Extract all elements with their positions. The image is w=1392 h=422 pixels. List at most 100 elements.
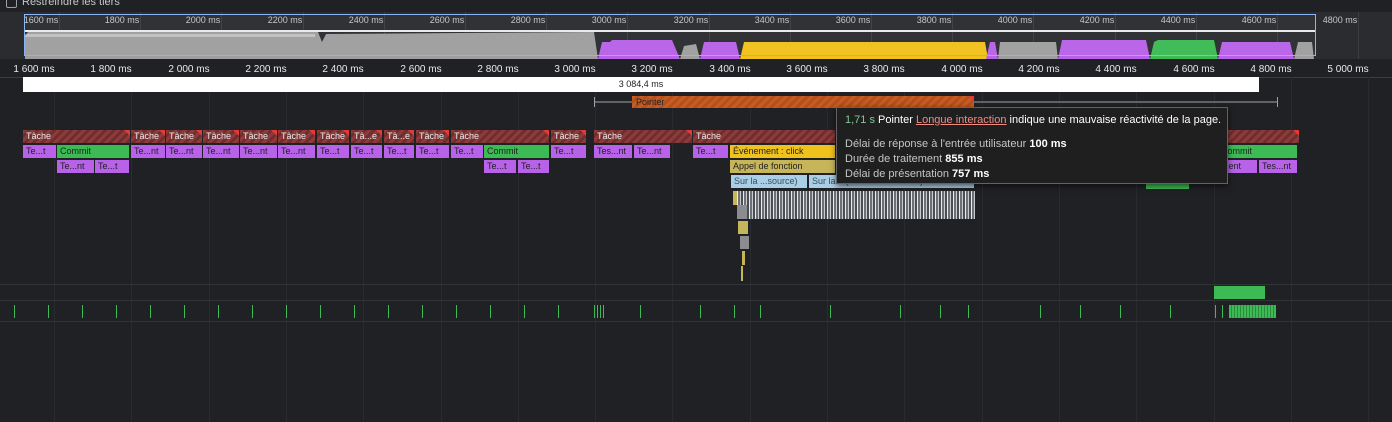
frame-tick <box>734 305 735 318</box>
frame-tick <box>940 305 941 318</box>
task-block[interactable]: Tâche <box>693 130 836 143</box>
script-block[interactable]: Tes...nt <box>594 145 633 158</box>
timeline-gridline <box>54 77 55 422</box>
ruler-tick-label: 4 400 ms <box>1095 64 1137 75</box>
overview-tick-label: 2400 ms <box>348 15 384 25</box>
input-delay-value: 100 ms <box>1029 138 1067 150</box>
long-task-marker <box>376 130 382 136</box>
long-task-marker <box>408 130 414 136</box>
frame-tick <box>900 305 901 318</box>
whisker-start-cap <box>594 97 595 107</box>
call-frame[interactable] <box>733 191 737 205</box>
time-ruler: 1 600 ms 1 800 ms 2 000 ms 2 200 ms 2 400 ms… <box>0 59 1392 78</box>
dense-call-stack[interactable] <box>737 191 975 219</box>
third-party-checkbox[interactable] <box>6 0 17 8</box>
overview-tick-label: 3200 ms <box>673 15 709 25</box>
script-block[interactable]: Te...t <box>351 145 383 158</box>
frame-tick <box>1080 305 1081 318</box>
script-block[interactable]: Te...t <box>518 160 550 173</box>
frame-tick <box>1170 305 1171 318</box>
timeline-overview[interactable]: 1600 ms 1800 ms 2000 ms 2200 ms 2400 ms 2600 … <box>0 12 1392 59</box>
call-frame[interactable] <box>742 251 745 265</box>
call-frame[interactable] <box>740 236 749 249</box>
script-block[interactable]: Te...nt <box>166 145 203 158</box>
timeline-gridline <box>131 77 132 422</box>
task-block[interactable]: Tâche <box>451 130 550 143</box>
task-label: Tâche <box>419 131 445 141</box>
commit-block[interactable]: Commit <box>57 145 130 158</box>
timeline-gridline <box>1291 77 1292 422</box>
source-block[interactable]: Sur la ...source) <box>731 175 808 188</box>
frame-tick <box>286 305 287 318</box>
task-block[interactable]: Tâche <box>23 130 131 143</box>
tooltip-type: Pointer <box>878 114 913 126</box>
task-block[interactable]: Tâche <box>551 130 587 143</box>
frame-tick <box>218 305 219 318</box>
frame-block[interactable] <box>1229 305 1276 318</box>
long-task-marker <box>124 130 130 136</box>
script-block[interactable]: Te...t <box>416 145 450 158</box>
task-block[interactable]: Tâche <box>278 130 316 143</box>
call-frame[interactable] <box>741 266 743 281</box>
task-block[interactable]: Tâche <box>166 130 203 143</box>
long-interaction-link[interactable]: Longue interaction <box>916 114 1007 126</box>
script-block[interactable]: Te...t <box>451 145 484 158</box>
script-block[interactable]: Te...nt <box>131 145 166 158</box>
task-block[interactable]: Tâ...e <box>384 130 415 143</box>
interaction-tooltip: 1,71 s Pointer Longue interaction indiqu… <box>836 107 1228 184</box>
frame-tick <box>760 305 761 318</box>
tooltip-duration: 1,71 s <box>845 114 875 126</box>
script-block[interactable]: Te...nt <box>240 145 278 158</box>
processing-value: 855 ms <box>945 153 983 165</box>
task-label: Tâche <box>696 131 722 141</box>
function-call-block[interactable]: Appel de fonction <box>730 160 836 173</box>
task-block[interactable]: Tâ...e <box>351 130 383 143</box>
commit-block[interactable]: Commit <box>484 145 550 158</box>
timeline-gridline <box>286 77 287 422</box>
processing-label: Durée de traitement <box>845 153 943 165</box>
overview-tick-label: 4800 ms <box>1322 15 1358 25</box>
overview-tick-label: 2200 ms <box>267 15 303 25</box>
third-party-checkbox-label[interactable]: Restreindre les tiers <box>22 0 120 8</box>
task-block[interactable]: Tâche <box>131 130 166 143</box>
click-event-block[interactable]: Événement : click <box>730 145 836 158</box>
selected-range-bar[interactable]: 3 084,4 ms <box>23 77 1259 92</box>
long-task-marker <box>309 130 315 136</box>
frame-block[interactable] <box>1214 286 1265 299</box>
script-block[interactable]: Tes...nt <box>1259 160 1298 173</box>
script-block[interactable]: Te...t <box>95 160 130 173</box>
script-block[interactable]: Te...nt <box>634 145 671 158</box>
task-block[interactable]: Tâche <box>317 130 350 143</box>
overview-tick-label: 3400 ms <box>754 15 790 25</box>
script-block[interactable]: Te...t <box>23 145 57 158</box>
task-block[interactable]: Tâche <box>416 130 450 143</box>
pointer-interaction-label: Pointer <box>636 97 665 107</box>
timeline-gridline <box>441 77 442 422</box>
call-frame[interactable] <box>737 205 747 219</box>
script-block[interactable]: Te...nt <box>278 145 316 158</box>
frame-tick <box>600 305 601 318</box>
script-block[interactable]: Te...t <box>317 145 350 158</box>
commit-block[interactable]: Commit <box>1218 145 1298 158</box>
task-label: Tâche <box>134 131 160 141</box>
task-block[interactable] <box>1228 130 1300 143</box>
overview-tick-label: 4600 ms <box>1241 15 1277 25</box>
input-delay-label: Délai de réponse à l'entrée utilisateur <box>845 138 1027 150</box>
script-block[interactable]: Te...t <box>551 145 587 158</box>
script-block[interactable]: Te...t <box>693 145 729 158</box>
call-frame[interactable] <box>738 221 748 234</box>
script-block[interactable]: Te...nt <box>203 145 240 158</box>
long-task-marker <box>159 130 165 136</box>
frame-tick <box>252 305 253 318</box>
tooltip-message: indique une mauvaise réactivité de la pa… <box>1009 114 1222 126</box>
script-block[interactable]: Te...t <box>484 160 517 173</box>
frame-tick <box>700 305 701 318</box>
script-block[interactable]: Te...nt <box>57 160 95 173</box>
whisker-end-cap <box>1277 97 1278 107</box>
task-block[interactable]: Tâche <box>240 130 278 143</box>
task-label: Tâche <box>243 131 269 141</box>
frame-tick <box>830 305 831 318</box>
script-block[interactable]: Te...t <box>384 145 415 158</box>
task-block[interactable]: Tâche <box>203 130 240 143</box>
task-block[interactable]: Tâche <box>594 130 693 143</box>
